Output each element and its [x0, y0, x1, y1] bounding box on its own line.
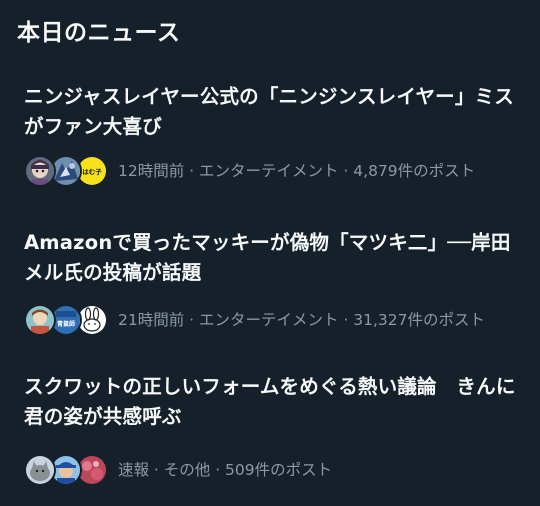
news-meta-text: 速報 · その他 · 509件のポスト	[118, 461, 333, 479]
news-meta: 青鼠師 21時間前 · エンターテイメント · 31,327件のポスト	[24, 304, 485, 336]
avatar-stack	[24, 454, 110, 486]
todays-news-panel: 本日のニュース ニンジャスレイヤー公式の「ニンジンスレイヤー」ミスがファン大喜び	[0, 0, 540, 506]
avatar-stack: 青鼠師	[24, 304, 110, 336]
news-item[interactable]: ニンジャスレイヤー公式の「ニンジンスレイヤー」ミスがファン大喜び はむ子 12時…	[0, 82, 540, 202]
avatar-lettering: はむ子	[82, 168, 102, 176]
avatar	[24, 454, 56, 486]
news-meta-text: 21時間前 · エンターテイメント · 31,327件のポスト	[118, 311, 486, 329]
news-meta-text: 12時間前 · エンターテイメント · 4,879件のポスト	[118, 162, 476, 180]
news-meta: はむ子 12時間前 · エンターテイメント · 4,879件のポスト	[24, 155, 475, 187]
news-headline[interactable]: ニンジャスレイヤー公式の「ニンジンスレイヤー」ミスがファン大喜び	[24, 82, 524, 142]
avatar	[24, 304, 56, 336]
news-meta: 速報 · その他 · 509件のポスト	[24, 454, 332, 486]
section-title: 本日のニュース	[17, 20, 181, 46]
avatar-lettering: 青鼠師	[57, 320, 75, 328]
news-item[interactable]: Amazonで買ったマッキーが偽物「マツキ二」──岸田メル氏の投稿が話題 青鼠師…	[0, 228, 540, 348]
news-headline[interactable]: スクワットの正しいフォームをめぐる熱い議論 きんに君の姿が共感呼ぶ	[24, 372, 524, 432]
news-item[interactable]: スクワットの正しいフォームをめぐる熱い議論 きんに君の姿が共感呼ぶ 速報 · そ…	[0, 372, 540, 492]
avatar-stack: はむ子	[24, 155, 110, 187]
avatar	[24, 155, 56, 187]
news-headline[interactable]: Amazonで買ったマッキーが偽物「マツキ二」──岸田メル氏の投稿が話題	[24, 228, 524, 288]
